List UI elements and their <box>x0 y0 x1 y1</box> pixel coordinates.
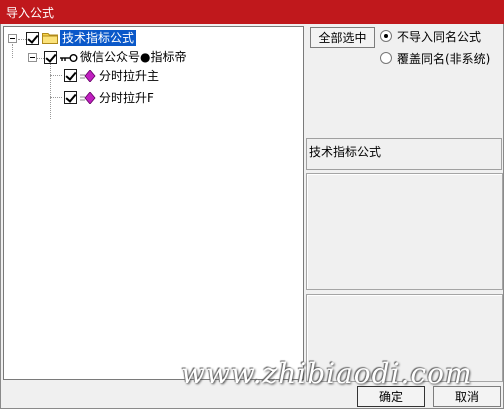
tree-connector <box>36 58 44 59</box>
formula-tree[interactable]: 技术指标公式 微信公众号●指标帝 分时拉升主 分时拉升F <box>3 26 304 380</box>
folder-icon <box>42 33 58 44</box>
tree-node-item-label[interactable]: 分时拉升F <box>99 90 154 106</box>
tree-connector <box>50 97 62 98</box>
tree-node-root-label[interactable]: 技术指标公式 <box>60 30 137 46</box>
select-all-button[interactable]: 全部选中 <box>310 27 375 48</box>
tree-connector <box>12 44 13 58</box>
formula-type-label-box: 技术指标公式 <box>306 138 502 170</box>
key-icon <box>60 54 78 62</box>
tree-connector <box>50 63 51 119</box>
radio-overwrite-duplicates-label[interactable]: 覆盖同名(非系统) <box>397 50 490 67</box>
tree-node-group-label[interactable]: 微信公众号●指标帝 <box>80 49 186 65</box>
group-collapse-toggle[interactable] <box>28 53 37 62</box>
root-checkbox[interactable] <box>26 32 39 45</box>
tree-connector <box>18 39 26 40</box>
formula-type-label: 技术指标公式 <box>309 145 382 159</box>
formula-diamond-icon <box>80 92 96 104</box>
root-collapse-toggle[interactable] <box>8 34 17 43</box>
website-watermark: www.zhibiaodi.com <box>181 357 473 390</box>
window-title: 导入公式 <box>6 6 55 20</box>
radio-overwrite-duplicates[interactable] <box>380 52 392 64</box>
group-checkbox[interactable] <box>44 51 57 64</box>
radio-skip-duplicates[interactable] <box>380 30 392 42</box>
radio-skip-duplicates-label[interactable]: 不导入同名公式 <box>397 28 481 45</box>
item-checkbox[interactable] <box>64 69 77 82</box>
tree-node-item-label[interactable]: 分时拉升主 <box>99 68 159 84</box>
title-bar[interactable]: 导入公式 <box>0 0 504 24</box>
formula-description-panel <box>306 173 503 290</box>
formula-diamond-icon <box>80 70 96 82</box>
tree-connector <box>50 75 62 76</box>
dialog-client-area: 技术指标公式 微信公众号●指标帝 分时拉升主 分时拉升F 全部选中 不导入同名公… <box>0 24 504 409</box>
item-checkbox[interactable] <box>64 91 77 104</box>
